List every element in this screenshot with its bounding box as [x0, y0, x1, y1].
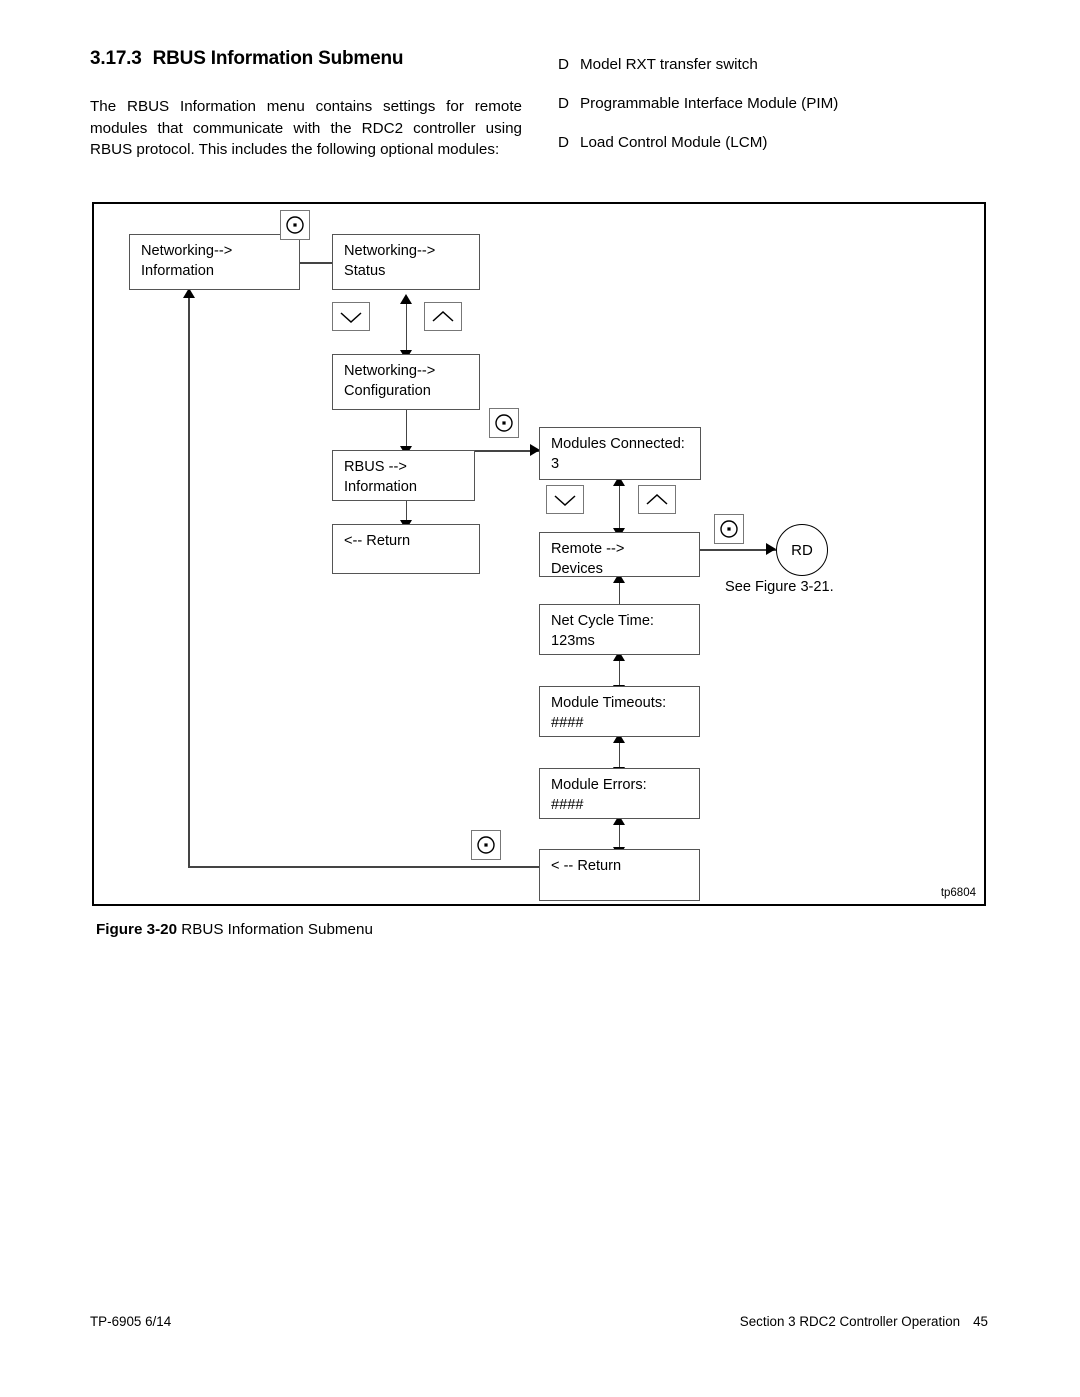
left-text-column: 3.17.3 RBUS Information Submenu The RBUS … [90, 48, 522, 161]
footer-section: Section 3 RDC2 Controller Operation 45 [740, 1314, 988, 1329]
node-remote-devices[interactable]: Remote --> Devices [539, 532, 700, 577]
list-item-label: Load Control Module (LCM) [580, 134, 768, 151]
node-modules-connected[interactable]: Modules Connected: 3 [539, 427, 701, 480]
see-figure-note: See Figure 3-21. [725, 579, 834, 595]
footer-page-number: 45 [973, 1314, 988, 1329]
select-key-icon [495, 414, 513, 432]
figure-caption-text: RBUS Information Submenu [181, 921, 373, 938]
terminator-rd[interactable]: RD [776, 524, 828, 576]
footer-document-id: TP-6905 6/14 [90, 1314, 172, 1329]
node-return-left[interactable]: <-- Return [332, 524, 480, 574]
node-return-right[interactable]: < -- Return [539, 849, 700, 901]
intro-paragraph: The RBUS Information menu contains setti… [90, 98, 522, 158]
up-arrow-key[interactable] [638, 485, 676, 514]
chevron-up-icon [432, 310, 454, 322]
select-key[interactable] [714, 514, 744, 544]
section-title: RBUS Information Submenu [152, 48, 404, 69]
figure-caption: Figure 3-20 RBUS Information Submenu [96, 921, 373, 938]
select-key-icon [720, 520, 738, 538]
node-networking-status[interactable]: Networking--> Status [332, 234, 480, 290]
page-title: 3.17.3 RBUS Information Submenu [90, 48, 522, 70]
node-networking-configuration[interactable]: Networking--> Configuration [332, 354, 480, 410]
bullet-icon: D [558, 95, 569, 112]
list-item-label: Programmable Interface Module (PIM) [580, 95, 839, 112]
figure-caption-label: Figure 3-20 [96, 921, 178, 938]
list-item: D Load Control Module (LCM) [558, 133, 988, 153]
down-arrow-key[interactable] [332, 302, 370, 331]
section-number: 3.17.3 [90, 48, 142, 69]
select-key[interactable] [489, 408, 519, 438]
down-arrow-key[interactable] [546, 485, 584, 514]
connector-line [700, 549, 776, 551]
list-item: D Model RXT transfer switch [558, 55, 988, 75]
bullet-icon: D [558, 134, 569, 151]
select-key-icon [286, 216, 304, 234]
connector-line [188, 294, 190, 867]
select-key[interactable] [471, 830, 501, 860]
figure-diagram: Networking--> Information Networking--> … [92, 202, 986, 906]
chevron-up-icon [646, 493, 668, 505]
select-key-icon [477, 836, 495, 854]
node-rbus-information[interactable]: RBUS --> Information [332, 450, 475, 501]
connector-line [618, 480, 621, 532]
connector-line [188, 866, 544, 868]
footer-section-label: Section 3 RDC2 Controller Operation [739, 1314, 961, 1329]
list-item-label: Model RXT transfer switch [580, 56, 758, 73]
arrowhead-icon [400, 294, 412, 304]
module-list: D Model RXT transfer switch D Programmab… [558, 55, 988, 172]
connector-line [405, 298, 408, 354]
node-module-errors[interactable]: Module Errors: #### [539, 768, 700, 819]
node-networking-information[interactable]: Networking--> Information [129, 234, 300, 290]
node-net-cycle-time[interactable]: Net Cycle Time: 123ms [539, 604, 700, 655]
figure-id-label: tp6804 [940, 887, 976, 899]
bullet-icon: D [558, 56, 569, 73]
select-key[interactable] [280, 210, 310, 240]
chevron-down-icon [554, 494, 576, 506]
arrowhead-icon [766, 543, 776, 555]
chevron-down-icon [340, 311, 362, 323]
node-module-timeouts[interactable]: Module Timeouts: #### [539, 686, 700, 737]
list-item: D Programmable Interface Module (PIM) [558, 94, 988, 114]
up-arrow-key[interactable] [424, 302, 462, 331]
